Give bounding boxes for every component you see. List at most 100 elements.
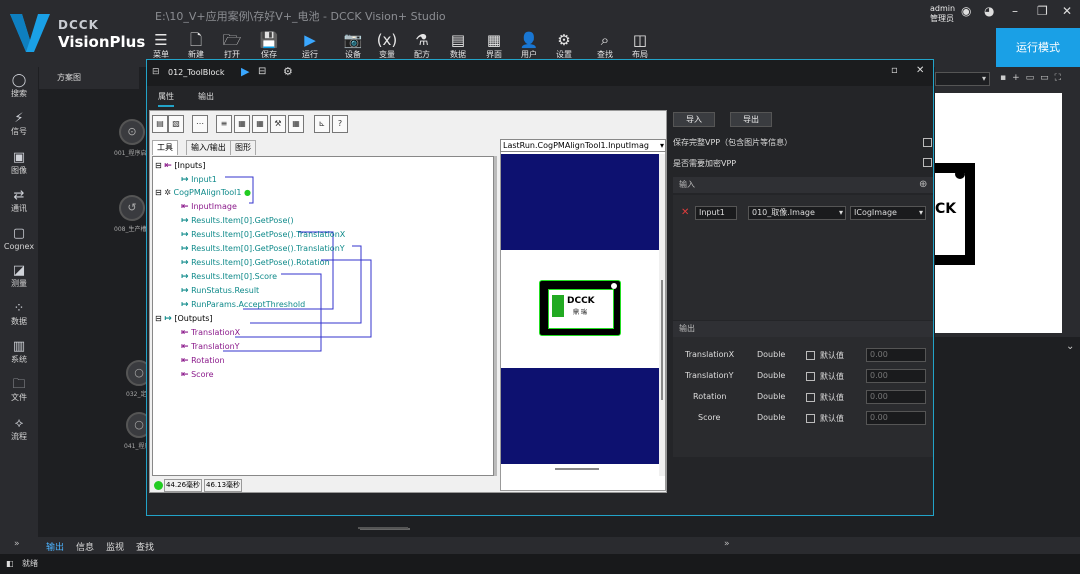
sidebar-item-flow[interactable]: ⟡ 流程 (0, 416, 38, 442)
tree-item[interactable]: ⇤ Score (181, 370, 214, 380)
tab-properties[interactable]: 属性 (158, 91, 174, 107)
encrypt-vpp-checkbox[interactable] (923, 158, 932, 167)
tool-dots-icon[interactable]: ⋯ (192, 115, 208, 133)
part-brand: DCCK (567, 296, 595, 306)
default-value-stepper[interactable]: 0.00 (866, 369, 926, 383)
default-value-stepper[interactable]: 0.00 (866, 348, 926, 362)
view-tools[interactable]: ▪+▭▭⛶ (1000, 73, 1067, 83)
recipe-icon: ⚗ (415, 31, 429, 49)
tool-measure-icon[interactable]: ⊾ (314, 115, 330, 133)
tree-item[interactable]: ⇤ Rotation (181, 356, 225, 366)
default-value-stepper[interactable]: 0.00 (866, 411, 926, 425)
tree-item[interactable]: ⊟ ⇤ [Inputs] (155, 161, 205, 171)
default-checkbox[interactable] (806, 351, 815, 360)
input-source-select[interactable]: 010_取像.Image ▾ (748, 206, 846, 220)
user-info[interactable]: admin 管理员 (930, 4, 955, 24)
default-checkbox[interactable] (806, 372, 815, 381)
default-checkbox[interactable] (806, 414, 815, 423)
close-icon[interactable]: ✕ (1062, 4, 1072, 18)
subtab-graphics[interactable]: 图形 (230, 140, 256, 155)
tool-help-icon[interactable]: ? (332, 115, 348, 133)
tree-item[interactable]: ⇤ TranslationX (181, 328, 240, 338)
subtab-tools[interactable]: 工具 (152, 140, 178, 155)
tree-item[interactable]: ↦ Input1 (181, 175, 217, 185)
tree-item[interactable]: ⊟ ✲ CogPMAlignTool1 ● (155, 188, 251, 198)
sidebar-item-measure[interactable]: ◪ 测量 (0, 263, 38, 289)
chevron-down-icon: ▾ (918, 208, 923, 217)
import-button[interactable]: 导入 (673, 112, 715, 127)
sidebar-item-system[interactable]: ▥ 系统 (0, 339, 38, 365)
tool-grid-icon[interactable]: ▦ (234, 115, 250, 133)
input-name-field[interactable]: Input1 (695, 206, 737, 220)
canvas-tab[interactable]: 方案图 (39, 67, 139, 89)
subtab-io[interactable]: 输入/输出 (186, 140, 231, 155)
tool-view-icon[interactable]: ▤ (152, 115, 168, 133)
sidebar-item-image[interactable]: ▣ 图像 (0, 150, 38, 176)
tree-item[interactable]: ⊟ ↦ [Outputs] (155, 314, 213, 324)
tab-output[interactable]: 输出 (198, 91, 214, 102)
search-icon: ⌕ (600, 31, 610, 49)
expand-right-icon[interactable]: » (724, 539, 730, 549)
tool-wrench-icon[interactable]: ⚒ (270, 115, 286, 133)
horizontal-scrollbar[interactable] (555, 468, 599, 470)
sidebar-item-signal[interactable]: ⚡ 信号 (0, 111, 38, 137)
tab-info[interactable]: 信息 (76, 540, 94, 553)
image-display[interactable]: DCCK 鼎 瑞 (500, 139, 666, 491)
tree-item[interactable]: ⇤ TranslationY (181, 342, 240, 352)
tab-find[interactable]: 查找 (136, 540, 154, 553)
tab-monitor[interactable]: 监视 (106, 540, 124, 553)
flow-node[interactable]: ⊙ (119, 119, 145, 145)
tree-item[interactable]: ↦ RunStatus.Result (181, 286, 259, 296)
maximize-icon[interactable]: ▫ (891, 65, 898, 76)
tool-grid3-icon[interactable]: ▦ (288, 115, 304, 133)
default-checkbox[interactable] (806, 393, 815, 402)
tool-grid2-icon[interactable]: ▦ (252, 115, 268, 133)
flow-node[interactable]: ↺ (119, 195, 145, 221)
expand-icon[interactable]: » (14, 539, 20, 549)
tool-split-icon[interactable]: ▧ (168, 115, 184, 133)
settings-icon: ⚙ (557, 31, 571, 49)
add-input-icon[interactable]: ⊕ (919, 179, 927, 190)
close-icon[interactable]: ✕ (916, 65, 924, 76)
restore-icon[interactable]: ❐ (1037, 4, 1048, 18)
sidebar-item-file[interactable]: 🗀 文件 (0, 377, 38, 403)
run-continuous-icon[interactable]: ⊟ (258, 66, 266, 77)
vertical-scrollbar[interactable] (661, 280, 663, 400)
account-icon[interactable]: ◉ (961, 4, 971, 18)
dashboard-icon[interactable]: ◕ (984, 4, 994, 18)
default-value-stepper[interactable]: 0.00 (866, 390, 926, 404)
tree-item[interactable]: ⇤ InputImage (181, 202, 237, 212)
input-type-select[interactable]: ICogImage ▾ (850, 206, 926, 220)
default-label: 默认值 (820, 393, 844, 402)
tree-item[interactable]: ↦ Results.Item[0].GetPose().TranslationY (181, 244, 345, 254)
image-preview[interactable]: CK (935, 93, 1062, 333)
run-mode-button[interactable]: 运行模式 (996, 28, 1080, 67)
tool-db-icon[interactable]: ≡ (216, 115, 232, 133)
view-select[interactable]: ▾ (935, 72, 990, 86)
settings-icon[interactable]: ⚙ (283, 65, 293, 78)
delete-input-icon[interactable]: ✕ (681, 207, 689, 218)
tree-item[interactable]: ↦ Results.Item[0].GetPose().Rotation (181, 258, 330, 268)
tab-output[interactable]: 输出 (46, 540, 64, 553)
tree-item[interactable]: ↦ RunParams.AcceptThreshold (181, 300, 305, 310)
minimize-icon[interactable]: – (1012, 4, 1018, 18)
sidebar-item-cognex[interactable]: ▢ Cognex (0, 226, 38, 252)
tree-item[interactable]: ↦ Results.Item[0].GetPose() (181, 216, 294, 226)
tree-item[interactable]: ↦ Results.Item[0].GetPose().TranslationX (181, 230, 345, 240)
left-sidebar: ◯ 搜索 ⚡ 信号 ▣ 图像 ⇄ 通讯 ▢ Cognex ◪ 测量 ⁘ 数据 ▥ 系统 🗀 文件 … (0, 67, 38, 554)
save-full-vpp-checkbox[interactable] (923, 138, 932, 147)
run-icon[interactable]: ▶ (241, 65, 249, 78)
status-ok-icon (154, 481, 163, 490)
panel-resize-handle[interactable] (358, 527, 408, 529)
tree-item[interactable]: ↦ Results.Item[0].Score (181, 272, 277, 282)
tool-tree[interactable]: ⊟ ⇤ [Inputs] ↦ Input1 ⊟ ✲ CogPMAlignTool… (152, 156, 494, 476)
node-label: 001_程序启 (114, 150, 147, 157)
part-sub: 鼎 瑞 (573, 309, 587, 316)
sidebar-item-data[interactable]: ⁘ 数据 (0, 301, 38, 327)
export-button[interactable]: 导出 (730, 112, 772, 127)
sidebar-item-search[interactable]: ◯ 搜索 (0, 73, 38, 99)
splitter[interactable] (494, 156, 497, 476)
sidebar-item-comms[interactable]: ⇄ 通讯 (0, 188, 38, 214)
collapse-chevron-icon[interactable]: ⌄ (1066, 341, 1074, 352)
image-source-select[interactable]: LastRun.CogPMAlignTool1.InputImag ▾ (500, 139, 666, 152)
